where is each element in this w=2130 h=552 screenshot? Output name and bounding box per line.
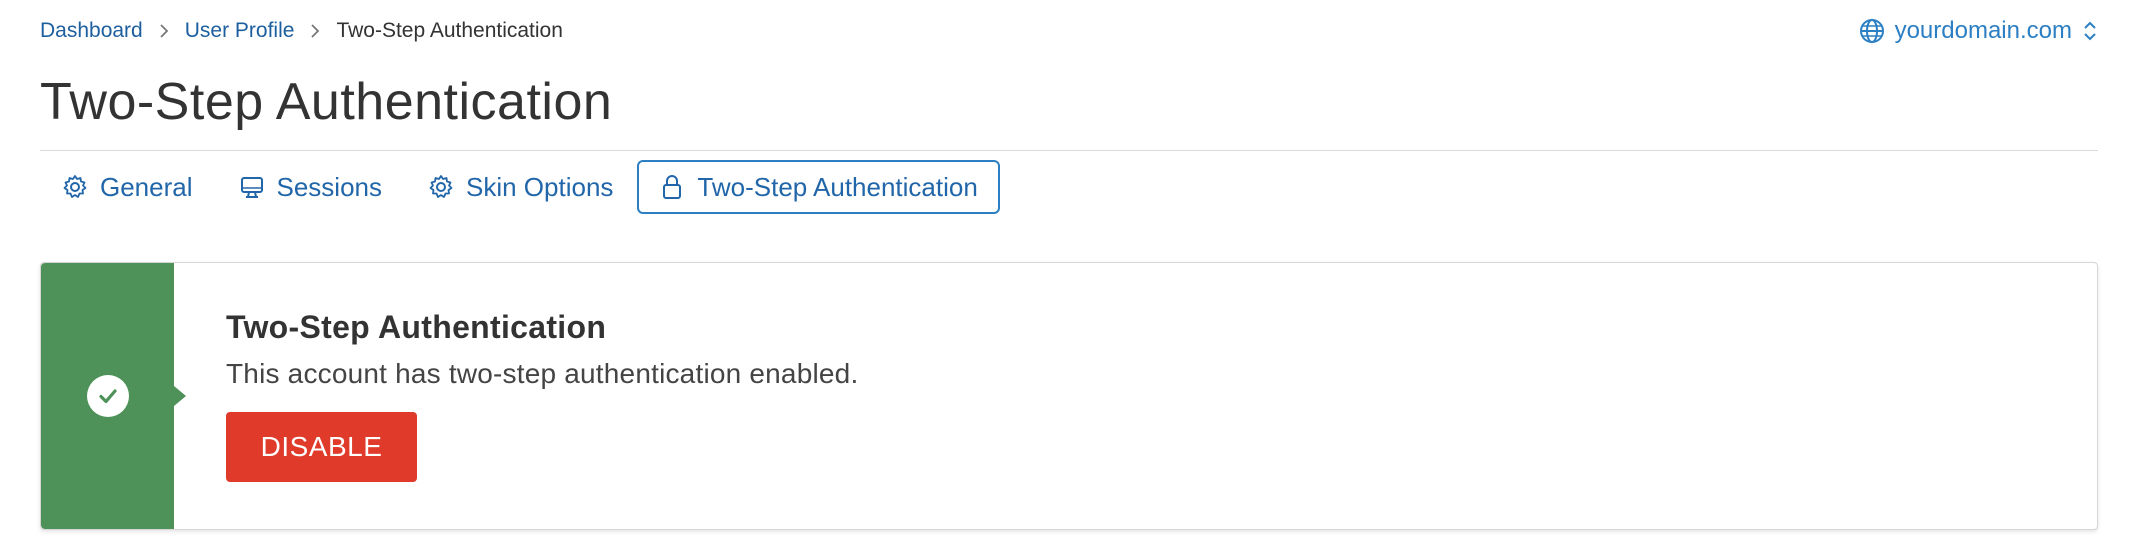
status-card-title: Two-Step Authentication	[226, 309, 607, 345]
breadcrumb-user-profile[interactable]: User Profile	[185, 19, 295, 43]
gear-icon	[428, 174, 454, 200]
domain-selector[interactable]: yourdomain.com	[1859, 17, 2098, 45]
disable-button[interactable]: DISABLE	[226, 412, 417, 482]
tab-skin-options[interactable]: Skin Options	[406, 160, 635, 214]
breadcrumb: Dashboard User Profile Two-Step Authenti…	[40, 19, 563, 43]
tab-two-step-authentication-label: Two-Step Authentication	[697, 171, 978, 202]
tab-two-step-authentication[interactable]: Two-Step Authentication	[637, 160, 1000, 214]
domain-selector-value: yourdomain.com	[1894, 17, 2072, 44]
tab-bar: General Sessions Skin Options Two-Step A…	[40, 160, 1000, 214]
status-strip	[41, 263, 174, 529]
top-bar: Dashboard User Profile Two-Step Authenti…	[40, 14, 2098, 48]
page-title: Two-Step Authentication	[40, 73, 613, 131]
title-divider	[40, 150, 2098, 151]
chevron-updown-icon	[2082, 19, 2098, 43]
tab-general-label: General	[100, 171, 193, 202]
status-card: Two-Step Authentication This account has…	[40, 262, 2098, 530]
lock-icon	[659, 173, 685, 201]
breadcrumb-current: Two-Step Authentication	[336, 19, 563, 42]
page: Dashboard User Profile Two-Step Authenti…	[0, 0, 2130, 552]
monitor-icon	[239, 174, 265, 200]
tab-sessions[interactable]: Sessions	[217, 160, 405, 214]
tab-sessions-label: Sessions	[276, 171, 383, 202]
gear-icon	[62, 174, 88, 200]
status-card-message: This account has two-step authentication…	[226, 358, 859, 389]
tab-general[interactable]: General	[40, 160, 215, 214]
breadcrumb-dashboard[interactable]: Dashboard	[40, 19, 143, 43]
status-card-body: Two-Step Authentication This account has…	[226, 309, 858, 482]
chevron-right-icon	[153, 20, 175, 42]
tab-skin-options-label: Skin Options	[466, 171, 614, 202]
check-icon	[86, 375, 129, 417]
globe-icon	[1859, 18, 1885, 44]
chevron-right-icon	[304, 20, 326, 42]
